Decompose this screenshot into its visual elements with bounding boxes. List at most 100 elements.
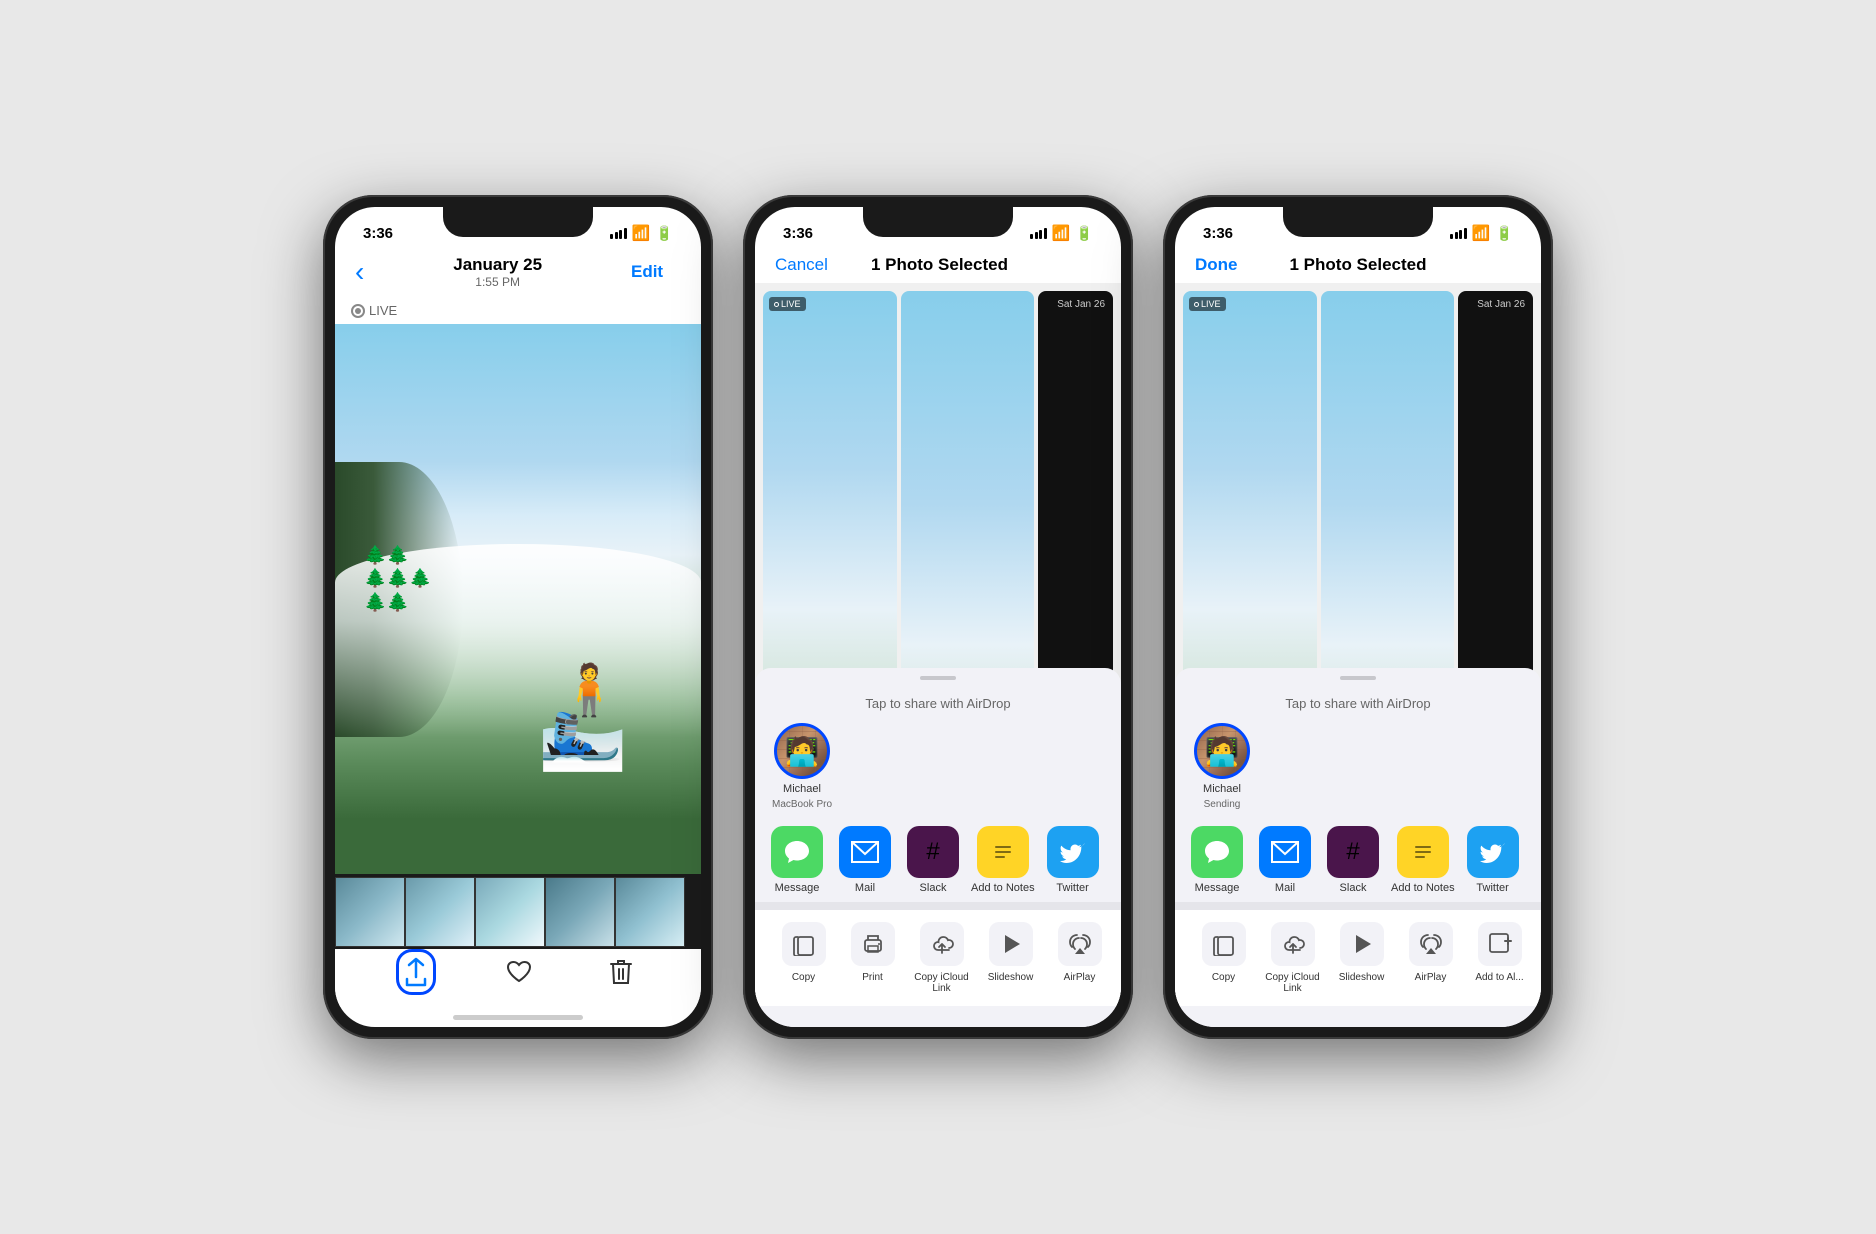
contact-michael-3[interactable]: 🧑‍💻 Michael Sending (1187, 723, 1257, 810)
notes-icon-3 (1397, 826, 1449, 878)
app-mail-3[interactable]: Mail (1255, 826, 1315, 894)
phone-1-wrapper: 3:36 📶 🔋 (323, 195, 713, 1039)
airdrop-contacts-2: 🧑‍💻 Michael MacBook Pro (755, 723, 1121, 818)
wifi-icon-3: 📶 (1472, 224, 1491, 242)
thumb-5[interactable] (615, 877, 685, 947)
app-twitter-label-3: Twitter (1476, 882, 1508, 894)
dark-photo-text-3: Sat Jan 26 (1477, 299, 1525, 310)
phone-2-screen: 3:36 📶 🔋 Cancel 1 (755, 207, 1121, 1027)
thumb-2[interactable] (405, 877, 475, 947)
action-row-3: Copy Copy iCloud Link Slid (1175, 910, 1541, 1006)
back-button-1[interactable] (355, 256, 364, 288)
action-airplay-3[interactable]: AirPlay (1398, 910, 1463, 1006)
slack-icon-2: # (907, 826, 959, 878)
trees-group: 🌲🌲🌲🌲🌲🌲🌲 (364, 544, 431, 614)
action-icloud-3[interactable]: Copy iCloud Link (1260, 910, 1325, 1006)
trash-button-1[interactable] (610, 959, 632, 985)
icloud-label-2: Copy iCloud Link (909, 972, 974, 994)
share-btn-wrapper (404, 957, 428, 987)
nav-title-1: January 25 1:55 PM (453, 255, 542, 289)
phone-2-wrapper: 3:36 📶 🔋 Cancel 1 (743, 195, 1133, 1039)
phone-3-screen: 3:36 📶 🔋 Done 1 Ph (1175, 207, 1541, 1027)
back-chevron-1 (355, 256, 364, 288)
action-airplay-2[interactable]: AirPlay (1047, 910, 1112, 1006)
action-copy-2[interactable]: Copy (771, 910, 836, 1006)
edit-button-1[interactable]: Edit (631, 262, 681, 282)
nav-bar-1: January 25 1:55 PM Edit (335, 251, 701, 297)
share-button-1[interactable] (404, 957, 428, 987)
notch-2 (863, 207, 1013, 237)
live-circle-1 (351, 304, 365, 318)
phone-1: 3:36 📶 🔋 (323, 195, 713, 1039)
icloud-icon-2 (920, 922, 964, 966)
heart-button-1[interactable] (506, 960, 532, 984)
battery-icon-3: 🔋 (1496, 225, 1513, 242)
action-print-2[interactable]: Print (840, 910, 905, 1006)
thumb-1[interactable] (335, 877, 405, 947)
slideshow-label-3: Slideshow (1339, 972, 1385, 983)
action-row-2: Copy Print Copy iCloud Lin (755, 910, 1121, 1006)
home-indicator-1 (335, 1007, 701, 1027)
icloud-icon-3 (1271, 922, 1315, 966)
app-mail-2[interactable]: Mail (835, 826, 895, 894)
contact-device-2: MacBook Pro (772, 799, 832, 810)
app-twitter-label-2: Twitter (1056, 882, 1088, 894)
add-album-label-3: Add to Al... (1475, 972, 1523, 983)
slack-glyph-3: # (1346, 838, 1359, 866)
phones-container: 3:36 📶 🔋 (323, 195, 1553, 1039)
app-message-3[interactable]: Message (1187, 826, 1247, 894)
app-twitter-2[interactable]: Twitter (1043, 826, 1103, 894)
wifi-icon-2: 📶 (1052, 224, 1071, 242)
app-slack-3[interactable]: # Slack (1323, 826, 1383, 894)
live-badge-photo-3: LIVE (1189, 297, 1226, 311)
contact-name-3: Michael (1203, 783, 1241, 795)
avatar-emoji-2: 🧑‍💻 (777, 726, 827, 776)
copy-icon-3 (1202, 922, 1246, 966)
airdrop-contacts-3: 🧑‍💻 Michael Sending (1175, 723, 1541, 818)
app-message-label-3: Message (1195, 882, 1240, 894)
app-icons-row-3: Message Mail # Slack (1175, 818, 1541, 902)
action-slideshow-2[interactable]: Slideshow (978, 910, 1043, 1006)
action-copy-3[interactable]: Copy (1191, 910, 1256, 1006)
app-slack-label-3: Slack (1340, 882, 1367, 894)
signal-icon-3 (1450, 228, 1467, 239)
sheet-handle-3 (1340, 676, 1376, 680)
copy-icon-2 (782, 922, 826, 966)
avatar-emoji-3: 🧑‍💻 (1197, 726, 1247, 776)
app-twitter-3[interactable]: Twitter (1463, 826, 1523, 894)
contact-michael-2[interactable]: 🧑‍💻 Michael MacBook Pro (767, 723, 837, 810)
nav-title-2: 1 Photo Selected (871, 255, 1008, 275)
app-icons-row-2: Message Mail # Slack (755, 818, 1121, 902)
live-dot-3 (1194, 302, 1199, 307)
app-message-2[interactable]: Message (767, 826, 827, 894)
live-badge-photo: LIVE (769, 297, 806, 311)
divider-2 (755, 902, 1121, 910)
live-badge-1: LIVE (335, 297, 701, 324)
live-circle-inner-1 (355, 308, 361, 314)
app-slack-2[interactable]: # Slack (903, 826, 963, 894)
phone-3: 3:36 📶 🔋 Done 1 Ph (1163, 195, 1553, 1039)
done-button-3[interactable]: Done (1195, 255, 1245, 275)
app-notes-2[interactable]: Add to Notes (971, 826, 1035, 894)
copy-label-2: Copy (792, 972, 815, 983)
copy-label-3: Copy (1212, 972, 1235, 983)
icloud-label-3: Copy iCloud Link (1260, 972, 1325, 994)
time-2: 3:36 (783, 225, 813, 242)
action-icloud-2[interactable]: Copy iCloud Link (909, 910, 974, 1006)
add-album-icon-3 (1478, 922, 1522, 966)
share-sheet-2: Tap to share with AirDrop 🧑‍💻 Michael Ma… (755, 668, 1121, 1027)
airplay-icon-2 (1058, 922, 1102, 966)
main-photo-1[interactable]: 🎿 🧍 🌲🌲🌲🌲🌲🌲🌲 (335, 324, 701, 874)
thumb-3[interactable] (475, 877, 545, 947)
cancel-button-2[interactable]: Cancel (775, 255, 828, 275)
slideshow-icon-3 (1340, 922, 1384, 966)
signal-icon-1 (610, 228, 627, 239)
airdrop-hint-3: Tap to share with AirDrop (1175, 692, 1541, 723)
notes-icon-2 (977, 826, 1029, 878)
action-add-album-3[interactable]: Add to Al... (1467, 910, 1532, 1006)
action-slideshow-3[interactable]: Slideshow (1329, 910, 1394, 1006)
thumb-4[interactable] (545, 877, 615, 947)
divider-3 (1175, 902, 1541, 910)
app-notes-3[interactable]: Add to Notes (1391, 826, 1455, 894)
messages-icon-2 (771, 826, 823, 878)
